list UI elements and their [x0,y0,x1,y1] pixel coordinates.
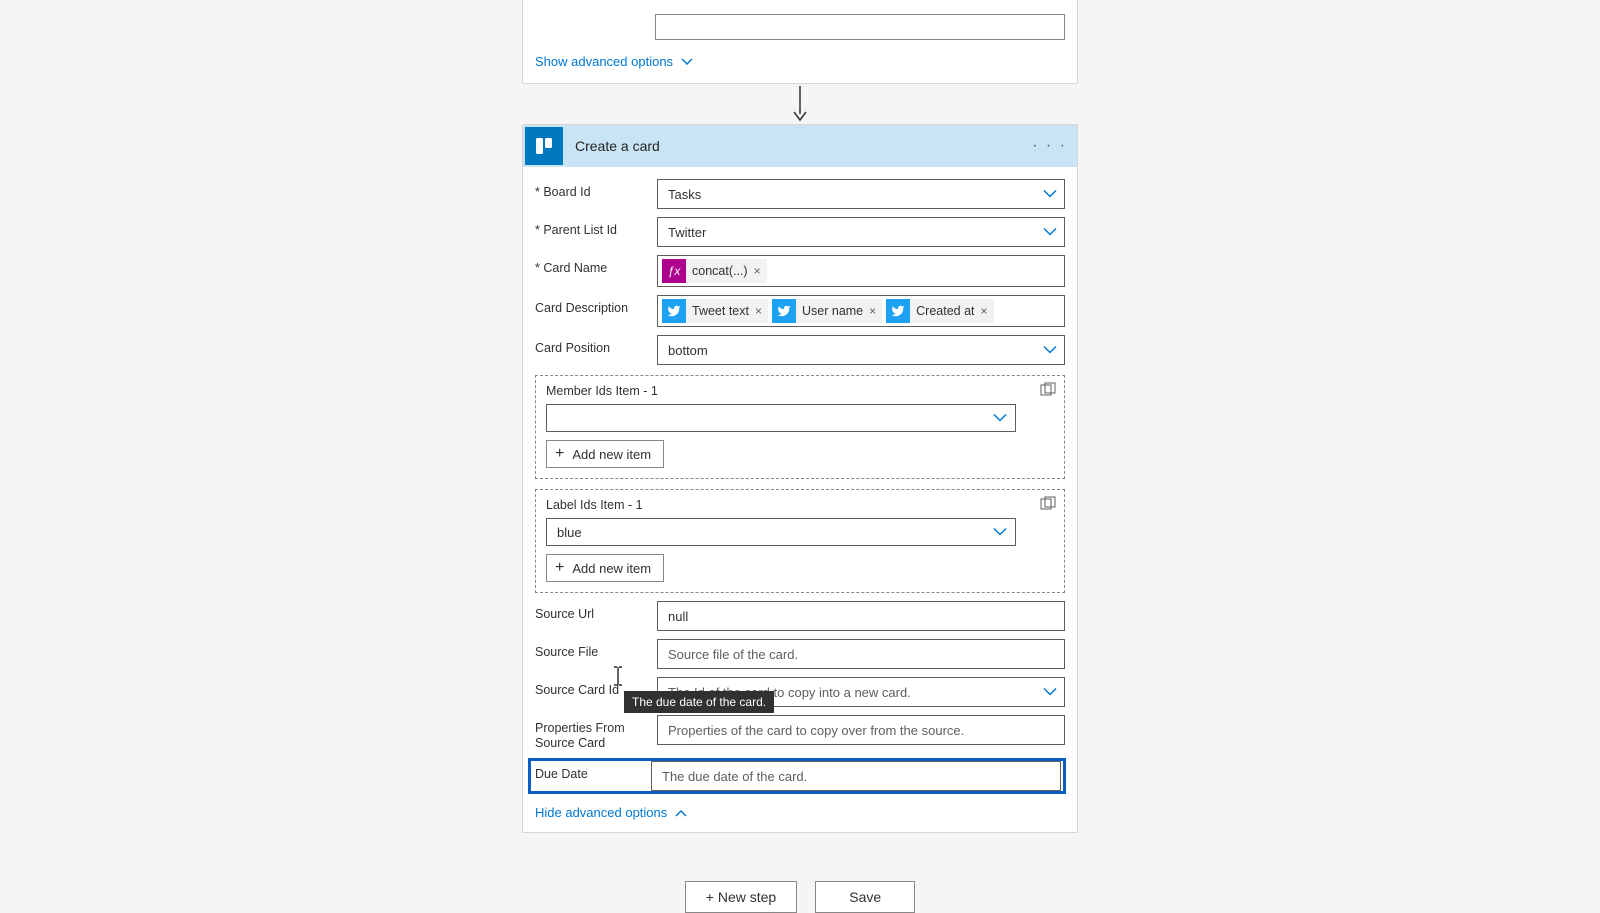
props-source-label: Properties From Source Card [535,715,649,751]
new-step-button[interactable]: + New step [685,881,797,913]
remove-token-icon[interactable]: × [869,304,876,318]
remove-token-icon[interactable]: × [755,304,762,318]
previous-action-card: Show advanced options [522,0,1078,84]
dynamic-token-created-at[interactable]: Created at × [886,299,993,323]
expression-token[interactable]: ƒx concat(...) × [662,259,767,283]
fx-icon: ƒx [662,259,686,283]
parent-list-dropdown[interactable]: Twitter [657,217,1065,247]
chevron-up-icon [675,805,687,820]
source-url-input[interactable]: null [657,601,1065,631]
create-card-action: Create a card · · · Board Id Tasks Paren… [522,124,1078,833]
card-position-dropdown[interactable]: bottom [657,335,1065,365]
label-ids-group: Label Ids Item - 1 blue + Add new item [535,489,1065,593]
card-description-label: Card Description [535,295,649,315]
add-member-item-button[interactable]: + Add new item [546,440,664,468]
array-mode-toggle-icon[interactable] [1040,382,1056,401]
save-button[interactable]: Save [815,881,915,913]
member-id-dropdown[interactable] [546,404,1016,432]
plus-icon: + [555,560,564,576]
trello-icon [525,127,563,165]
show-advanced-options-link[interactable]: Show advanced options [535,54,693,69]
designer-footer: + New step Save [685,881,915,913]
label-ids-label: Label Ids Item - 1 [546,498,1054,512]
card-name-input[interactable]: ƒx concat(...) × [657,255,1065,287]
twitter-icon [772,299,796,323]
card-description-input[interactable]: Tweet text × User name × Created at × [657,295,1065,327]
label-id-dropdown[interactable]: blue [546,518,1016,546]
chevron-down-icon [681,58,693,66]
twitter-icon [662,299,686,323]
board-id-label: Board Id [535,179,649,199]
card-name-label: Card Name [535,255,649,275]
board-id-dropdown[interactable]: Tasks [657,179,1065,209]
dynamic-token-user-name[interactable]: User name × [772,299,882,323]
parent-list-label: Parent List Id [535,217,649,237]
array-mode-toggle-icon[interactable] [1040,496,1056,515]
due-date-row-highlight: Due Date The due date of the card. [529,759,1065,793]
member-ids-group: Member Ids Item - 1 + Add new item [535,375,1065,479]
plus-icon: + [555,446,564,462]
flow-arrow-connector [790,84,810,124]
due-date-label: Due Date [529,761,643,781]
chevron-down-icon [993,528,1007,537]
show-advanced-label: Show advanced options [535,54,673,69]
remove-token-icon[interactable]: × [754,264,761,278]
previous-action-input[interactable] [655,14,1065,40]
dynamic-token-tweet-text[interactable]: Tweet text × [662,299,768,323]
hide-advanced-options-link[interactable]: Hide advanced options [535,805,687,820]
remove-token-icon[interactable]: × [981,304,988,318]
due-date-tooltip: The due date of the card. [624,691,774,713]
action-header[interactable]: Create a card · · · [523,125,1077,167]
due-date-input[interactable]: The due date of the card. [651,761,1061,791]
card-position-label: Card Position [535,335,649,355]
action-title: Create a card [575,138,660,154]
add-label-item-button[interactable]: + Add new item [546,554,664,582]
hide-advanced-label: Hide advanced options [535,805,667,820]
source-file-label: Source File [535,639,649,659]
source-url-label: Source Url [535,601,649,621]
twitter-icon [886,299,910,323]
chevron-down-icon [993,414,1007,423]
action-menu-button[interactable]: · · · [1032,137,1067,155]
props-source-input[interactable]: Properties of the card to copy over from… [657,715,1065,745]
source-file-input[interactable]: Source file of the card. [657,639,1065,669]
member-ids-label: Member Ids Item - 1 [546,384,1054,398]
